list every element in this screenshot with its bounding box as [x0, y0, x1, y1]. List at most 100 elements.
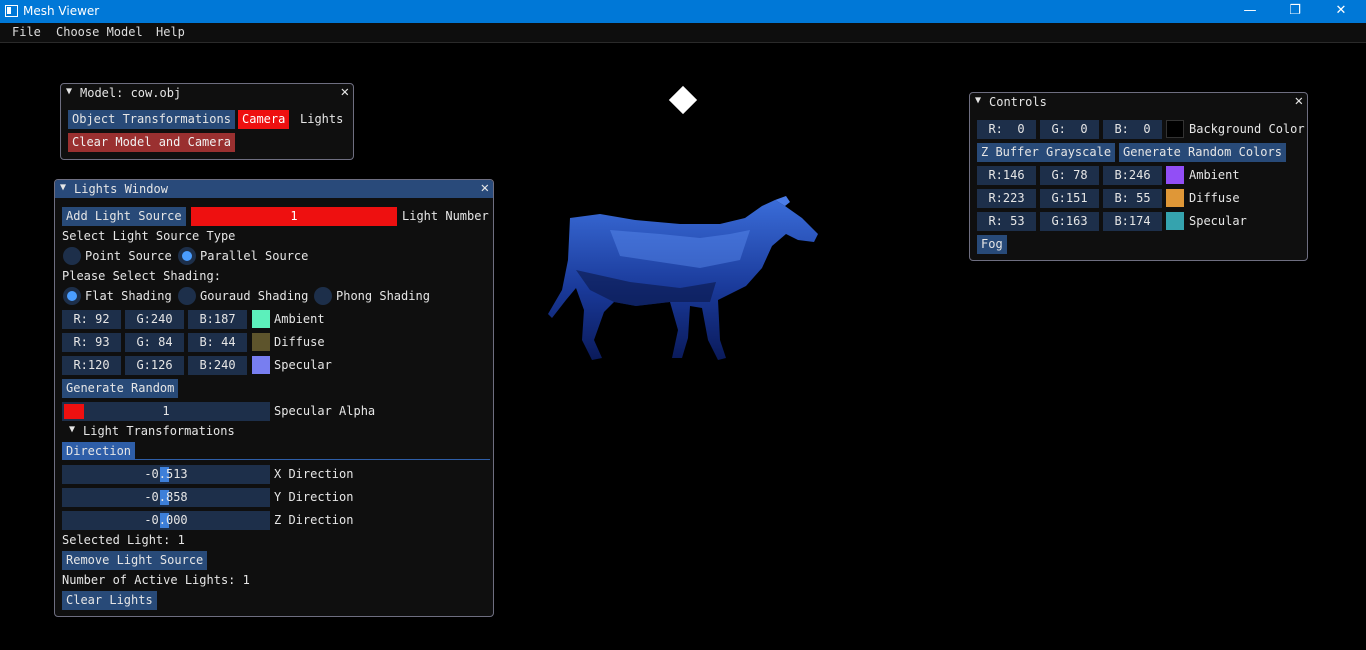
gouraud-shading-label: Gouraud Shading [200, 289, 309, 303]
clear-lights-button[interactable]: Clear Lights [62, 591, 157, 610]
title-bar: Mesh Viewer — ❐ ✕ [0, 0, 1366, 23]
diffuse-b-field[interactable]: B: 55 [1103, 189, 1162, 208]
lights-window: ▼ Lights Window ✕ Add Light Source 1 Lig… [54, 179, 494, 617]
y-direction-label: Y Direction [274, 490, 354, 504]
diffuse-g-field[interactable]: G:151 [1040, 189, 1099, 208]
close-icon[interactable]: ✕ [481, 180, 489, 196]
fog-button[interactable]: Fog [977, 235, 1007, 254]
close-window-button[interactable]: ✕ [1318, 0, 1364, 23]
flat-shading-radio[interactable] [63, 287, 81, 305]
active-lights-text: Number of Active Lights: 1 [62, 573, 250, 587]
x-direction-label: X Direction [274, 467, 354, 481]
background-b-field[interactable]: B: 0 [1103, 120, 1162, 139]
ambient-label: Ambient [1189, 168, 1240, 182]
tab-underline [62, 459, 490, 460]
ambient-g-field[interactable]: G: 78 [1040, 166, 1099, 185]
parallel-source-label: Parallel Source [200, 249, 309, 263]
generate-random-colors-button[interactable]: Generate Random Colors [1119, 143, 1286, 162]
controls-window: ▼ Controls ✕ R: 0 G: 0 B: 0 Background C… [969, 92, 1308, 261]
direction-tab[interactable]: Direction [62, 442, 136, 460]
specular-color-swatch[interactable] [1166, 212, 1184, 230]
ambient-r-field[interactable]: R:146 [977, 166, 1036, 185]
ambient-color-swatch[interactable] [1166, 166, 1184, 184]
lights-window-title: Lights Window [74, 182, 168, 196]
model-window-header[interactable]: ▼ Model: cow.obj ✕ [61, 84, 353, 102]
specular-g-field[interactable]: G:163 [1040, 212, 1099, 231]
collapse-triangle-icon[interactable]: ▼ [60, 182, 66, 193]
x-direction-value: -0.513 [144, 467, 188, 481]
specular-g-field[interactable]: G:126 [125, 356, 184, 375]
diffuse-g-field[interactable]: G: 84 [125, 333, 184, 352]
diffuse-label: Diffuse [1189, 191, 1240, 205]
menu-help[interactable]: Help [156, 25, 185, 39]
menu-choose-model[interactable]: Choose Model [56, 25, 143, 39]
cow-model-render[interactable] [540, 190, 830, 370]
z-direction-slider[interactable]: -0.000 [62, 511, 270, 530]
ambient-b-field[interactable]: B:187 [188, 310, 247, 329]
z-buffer-grayscale-button[interactable]: Z Buffer Grayscale [977, 143, 1116, 162]
menu-file[interactable]: File [12, 25, 41, 39]
object-transformations-tab[interactable]: Object Transformations [68, 110, 235, 129]
background-g-field[interactable]: G: 0 [1040, 120, 1099, 139]
y-direction-slider[interactable]: -0.858 [62, 488, 270, 507]
specular-r-field[interactable]: R: 53 [977, 212, 1036, 231]
lights-tab[interactable]: Lights [296, 110, 347, 129]
light-source-marker[interactable] [668, 85, 698, 115]
diffuse-color-swatch[interactable] [252, 333, 270, 351]
phong-shading-radio[interactable] [314, 287, 332, 305]
close-icon[interactable]: ✕ [341, 84, 349, 100]
light-number-slider[interactable]: 1 [191, 207, 397, 226]
z-direction-value: -0.000 [144, 513, 188, 527]
maximize-button[interactable]: ❐ [1272, 0, 1318, 23]
diffuse-label: Diffuse [274, 335, 325, 349]
light-transformations-header[interactable]: Light Transformations [83, 424, 235, 438]
ambient-b-field[interactable]: B:246 [1103, 166, 1162, 185]
ambient-g-field[interactable]: G:240 [125, 310, 184, 329]
z-direction-label: Z Direction [274, 513, 354, 527]
ambient-label: Ambient [274, 312, 325, 326]
light-number-label: Light Number [402, 209, 489, 223]
lights-window-header[interactable]: ▼ Lights Window ✕ [55, 180, 493, 198]
controls-window-header[interactable]: ▼ Controls ✕ [970, 93, 1307, 111]
specular-label: Specular [274, 358, 332, 372]
ambient-r-field[interactable]: R: 92 [62, 310, 121, 329]
generate-random-button[interactable]: Generate Random [62, 379, 179, 398]
gouraud-shading-radio[interactable] [178, 287, 196, 305]
minimize-button[interactable]: — [1227, 0, 1273, 23]
menu-bar: File Choose Model Help [0, 23, 1366, 43]
model-window: ▼ Model: cow.obj ✕ Object Transformation… [60, 83, 354, 160]
specular-b-field[interactable]: B:174 [1103, 212, 1162, 231]
background-color-swatch[interactable] [1166, 120, 1184, 138]
background-color-label: Background Color [1189, 122, 1305, 136]
ambient-color-swatch[interactable] [252, 310, 270, 328]
expand-triangle-icon[interactable]: ▼ [69, 424, 75, 435]
specular-alpha-slider[interactable]: 1 [62, 402, 270, 421]
window-title: Mesh Viewer [23, 4, 100, 18]
close-icon[interactable]: ✕ [1295, 93, 1303, 109]
add-light-source-button[interactable]: Add Light Source [62, 207, 186, 226]
parallel-source-radio[interactable] [178, 247, 196, 265]
controls-window-title: Controls [989, 95, 1047, 109]
diffuse-r-field[interactable]: R: 93 [62, 333, 121, 352]
diffuse-r-field[interactable]: R:223 [977, 189, 1036, 208]
clear-model-camera-button[interactable]: Clear Model and Camera [68, 133, 235, 152]
collapse-triangle-icon[interactable]: ▼ [975, 95, 981, 106]
phong-shading-label: Phong Shading [336, 289, 430, 303]
diffuse-color-swatch[interactable] [1166, 189, 1184, 207]
remove-light-source-button[interactable]: Remove Light Source [62, 551, 208, 570]
camera-tab[interactable]: Camera [238, 110, 290, 129]
specular-r-field[interactable]: R:120 [62, 356, 121, 375]
specular-alpha-value: 1 [162, 404, 170, 418]
point-source-label: Point Source [85, 249, 172, 263]
x-direction-slider[interactable]: -0.513 [62, 465, 270, 484]
background-r-field[interactable]: R: 0 [977, 120, 1036, 139]
model-window-title: Model: cow.obj [80, 86, 182, 100]
collapse-triangle-icon[interactable]: ▼ [66, 86, 72, 97]
flat-shading-label: Flat Shading [85, 289, 172, 303]
specular-b-field[interactable]: B:240 [188, 356, 247, 375]
point-source-radio[interactable] [63, 247, 81, 265]
light-type-label: Select Light Source Type [62, 229, 236, 243]
specular-color-swatch[interactable] [252, 356, 270, 374]
y-direction-value: -0.858 [144, 490, 188, 504]
diffuse-b-field[interactable]: B: 44 [188, 333, 247, 352]
